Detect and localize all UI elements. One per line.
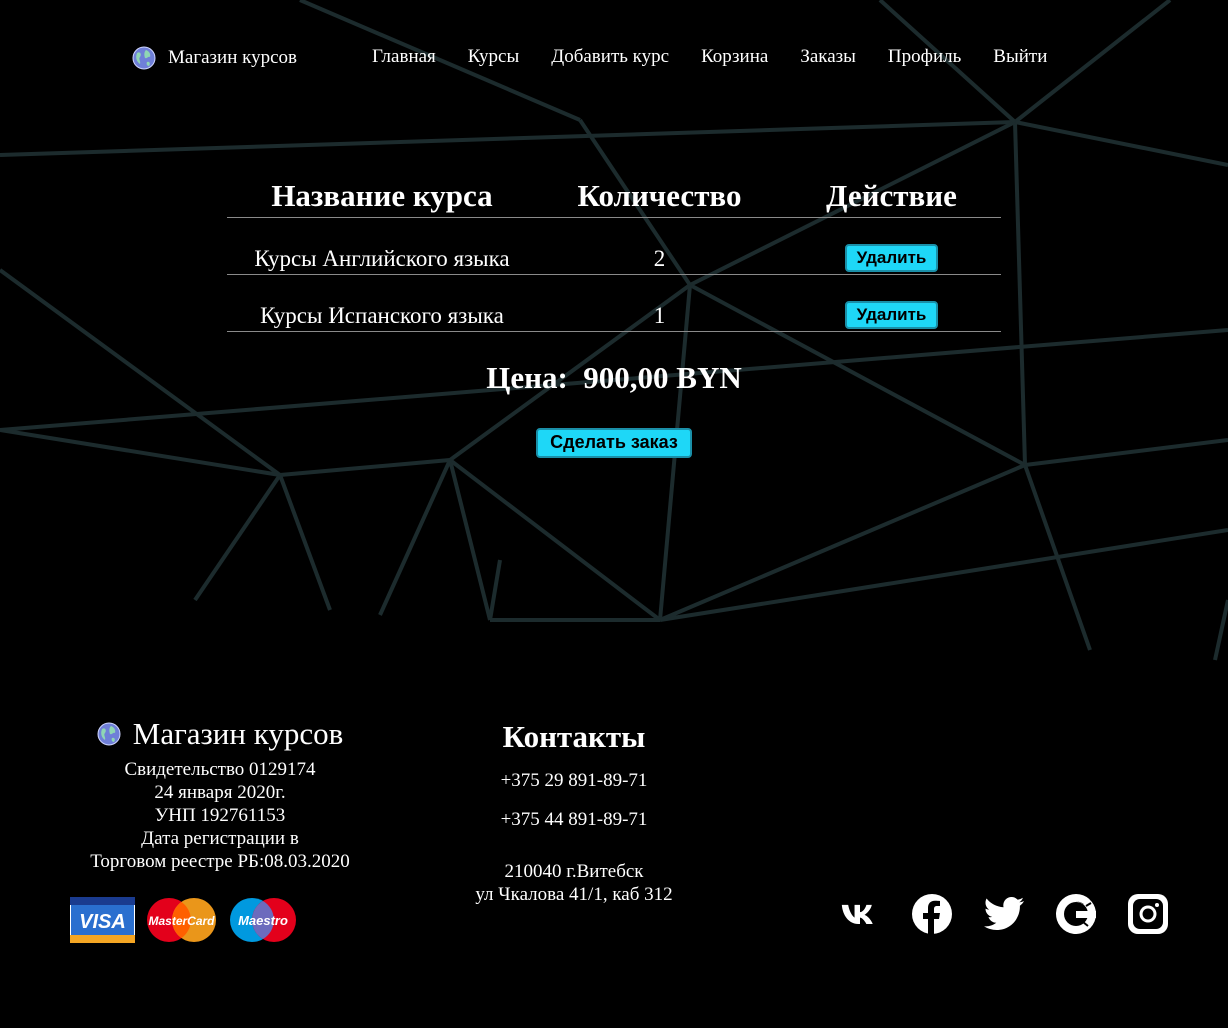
payment-cards: VISA MasterCard Maestro	[70, 897, 298, 943]
mastercard-label: MasterCard	[148, 914, 215, 928]
globe-icon	[132, 46, 156, 70]
delete-button[interactable]: Удалить	[844, 301, 939, 329]
quantity-cell: 2	[537, 217, 782, 275]
visa-card-icon: VISA	[70, 897, 135, 943]
google-icon[interactable]	[1056, 893, 1096, 935]
nav-link-add-course[interactable]: Добавить курс	[551, 46, 669, 68]
course-name-cell: Курсы Испанского языка	[227, 274, 537, 332]
column-header-course-name: Название курса	[227, 175, 537, 218]
certificate-line: Свидетельство 0129174	[124, 759, 316, 780]
price-label: Цена:	[486, 360, 568, 395]
address-city: 210040 г.Витебск	[504, 861, 644, 882]
nav-link-profile[interactable]: Профиль	[888, 46, 961, 68]
phone-number[interactable]: +375 29 891-89-71	[430, 770, 718, 797]
company-details: Свидетельство 0129174 24 января 2020г. У…	[60, 758, 380, 873]
cart-total: Цена: 900,00 BYN	[0, 360, 1228, 396]
column-header-quantity: Количество	[537, 175, 782, 218]
table-row: Курсы Испанского языка 1 Удалить	[227, 274, 1001, 332]
registry-line: Торговом реестре РБ:08.03.2020	[90, 851, 350, 872]
registration-line: Дата регистрации в	[141, 828, 299, 849]
brand-name: Магазин курсов	[168, 47, 298, 68]
visa-card-label: VISA	[79, 911, 126, 933]
address: 210040 г.Витебск ул Чкалова 41/1, каб 31…	[430, 860, 718, 906]
site-header: Магазин курсов Главная Курсы Добавить ку…	[0, 0, 1228, 120]
price-value: 900,00 BYN	[583, 360, 742, 395]
cart-header-row: Название курса Количество Действие	[227, 175, 1001, 218]
phone-number[interactable]: +375 44 891-89-71	[430, 809, 718, 836]
course-name-cell: Курсы Английского языка	[227, 217, 537, 275]
maestro-icon: Maestro	[230, 898, 296, 942]
globe-icon	[97, 722, 121, 746]
cart-table-container: Название курса Количество Действие Курсы…	[227, 175, 1001, 332]
vk-icon[interactable]	[840, 893, 880, 935]
nav-link-home[interactable]: Главная	[372, 46, 436, 68]
contacts-title: Контакты	[502, 719, 646, 754]
action-cell: Удалить	[782, 274, 1001, 332]
twitter-icon[interactable]	[984, 893, 1024, 935]
address-street: ул Чкалова 41/1, каб 312	[475, 884, 673, 905]
quantity-cell: 1	[537, 274, 782, 332]
unp-line: УНП 192761153	[154, 805, 286, 826]
instagram-icon[interactable]	[1128, 893, 1168, 935]
column-header-action: Действие	[782, 175, 1001, 218]
footer-brand-name: Магазин курсов	[132, 716, 344, 751]
social-links	[840, 893, 1168, 935]
table-row: Курсы Английского языка 2 Удалить	[227, 217, 1001, 275]
footer-brand: Магазин курсов	[60, 716, 380, 752]
action-cell: Удалить	[782, 217, 1001, 275]
footer-contacts: Контакты +375 29 891-89-71 +375 44 891-8…	[430, 716, 718, 906]
cart-table: Название курса Количество Действие Курсы…	[227, 175, 1001, 332]
brand-link[interactable]: Магазин курсов	[132, 46, 297, 70]
certificate-date-line: 24 января 2020г.	[154, 782, 286, 803]
order-button-wrap: Сделать заказ	[0, 428, 1228, 458]
nav-link-orders[interactable]: Заказы	[800, 46, 856, 68]
mastercard-icon: MasterCard	[147, 898, 216, 942]
main-nav: Главная Курсы Добавить курс Корзина Зака…	[372, 46, 1047, 68]
nav-link-logout[interactable]: Выйти	[993, 46, 1047, 68]
footer-company-info: Магазин курсов Свидетельство 0129174 24 …	[60, 716, 380, 873]
nav-link-courses[interactable]: Курсы	[468, 46, 519, 68]
nav-link-cart[interactable]: Корзина	[701, 46, 768, 68]
place-order-button[interactable]: Сделать заказ	[536, 428, 692, 458]
facebook-icon[interactable]	[912, 893, 952, 935]
page: Магазин курсов Главная Курсы Добавить ку…	[0, 0, 1228, 1028]
delete-button[interactable]: Удалить	[844, 244, 939, 272]
maestro-label: Maestro	[238, 913, 288, 928]
